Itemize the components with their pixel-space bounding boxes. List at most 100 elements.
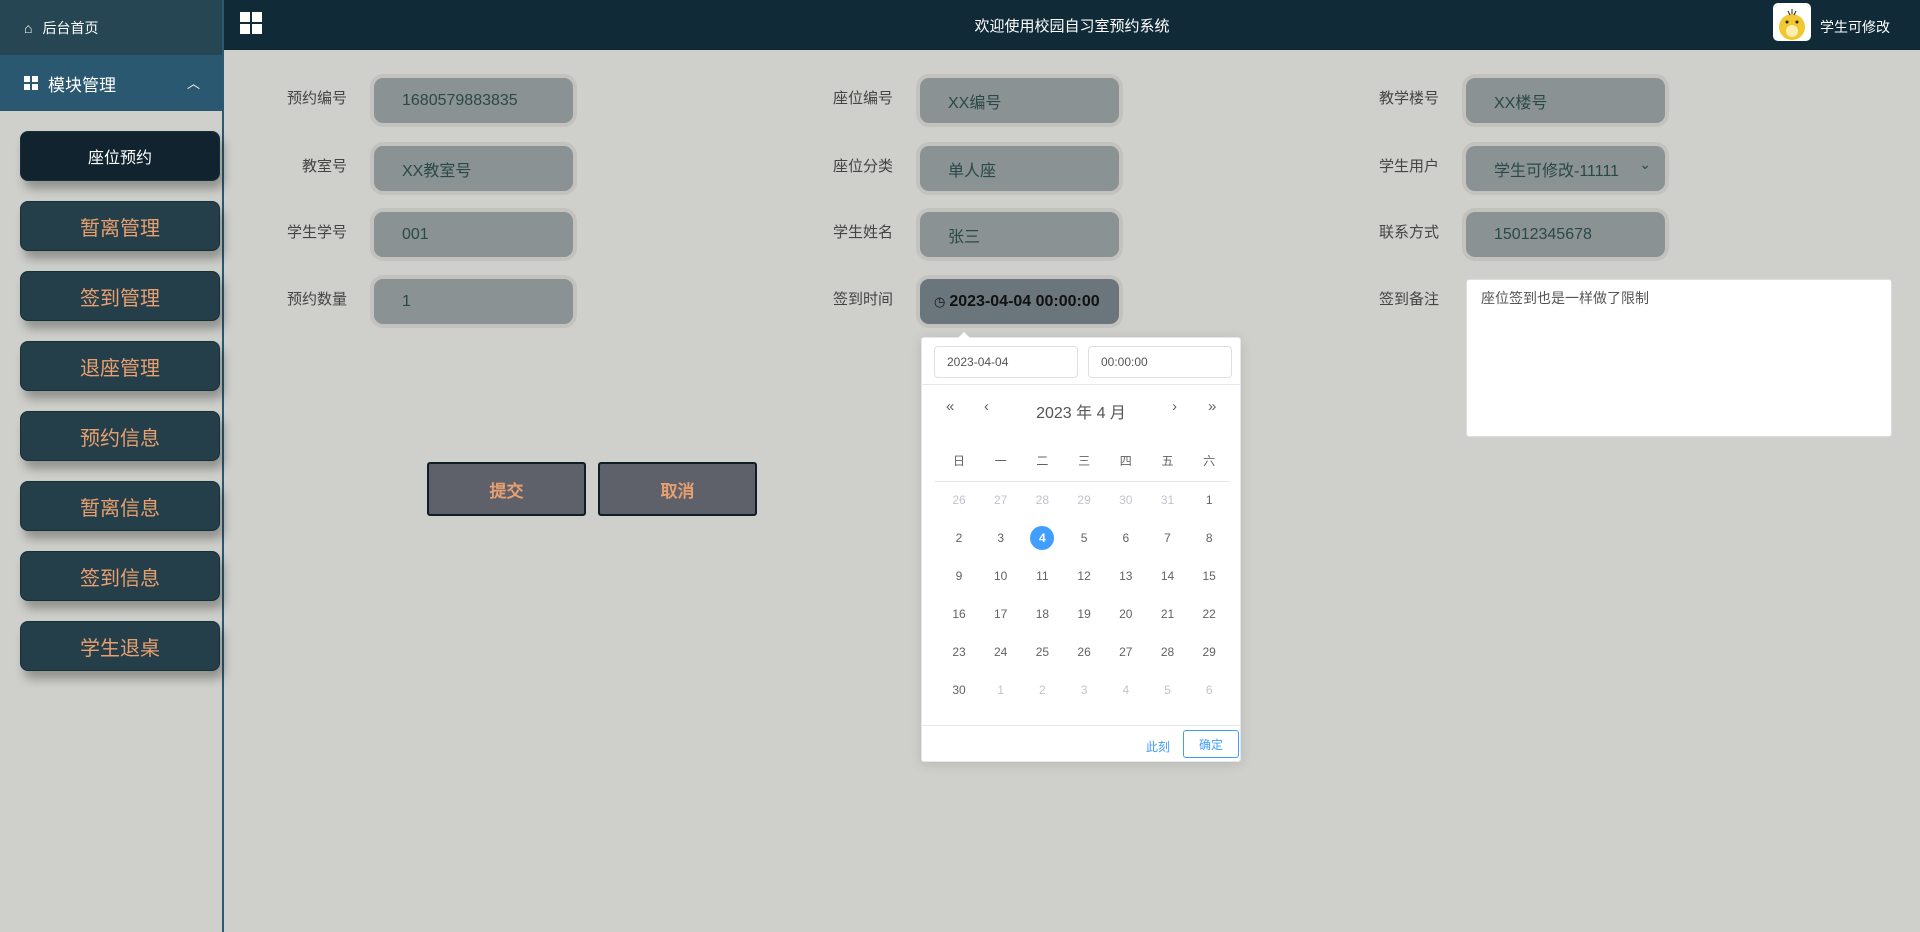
- checkin-time-input[interactable]: ◷ 2023-04-04 00:00:00: [920, 279, 1119, 324]
- datetime-picker: 2023-04-04 00:00:00 « ‹ 2023 年 4 月 › » 日…: [921, 332, 1241, 762]
- calendar-day[interactable]: 23: [944, 640, 974, 664]
- clock-icon: ◷: [934, 293, 946, 309]
- year-month-label[interactable]: 2023 年 4 月: [922, 399, 1240, 423]
- calendar-day[interactable]: 12: [1069, 564, 1099, 588]
- field-input[interactable]: 张三: [920, 212, 1119, 257]
- calendar-day[interactable]: 16: [944, 602, 974, 626]
- calendar-day[interactable]: 11: [1027, 564, 1057, 588]
- now-button[interactable]: 此刻: [1146, 738, 1170, 755]
- calendar-day[interactable]: 19: [1069, 602, 1099, 626]
- calendar-day[interactable]: 3: [986, 526, 1016, 550]
- calendar-day[interactable]: 8: [1194, 526, 1224, 550]
- sidebar-module-toggle[interactable]: 模块管理 ︿: [0, 55, 222, 111]
- calendar-day[interactable]: 1: [1194, 488, 1224, 512]
- field-input[interactable]: XX楼号: [1466, 78, 1665, 123]
- field-input[interactable]: 1: [374, 279, 573, 324]
- cancel-button[interactable]: 取消: [598, 462, 757, 516]
- calendar-day[interactable]: 9: [944, 564, 974, 588]
- field-input[interactable]: 1680579883835: [374, 78, 573, 123]
- sidebar-menu-item[interactable]: 预约信息: [20, 411, 220, 461]
- sidebar-menu-item[interactable]: 座位预约: [20, 131, 220, 181]
- field-value: 1680579883835: [402, 91, 518, 109]
- calendar-day[interactable]: 7: [1153, 526, 1183, 550]
- username[interactable]: 学生可修改: [1820, 17, 1890, 37]
- calendar-day[interactable]: 18: [1027, 602, 1057, 626]
- calendar-day[interactable]: 20: [1111, 602, 1141, 626]
- calendar-day-selected[interactable]: 4: [1030, 526, 1055, 550]
- calendar-day[interactable]: 6: [1194, 678, 1224, 702]
- field-value: 2023-04-04 00:00:00: [949, 292, 1100, 310]
- calendar-day[interactable]: 26: [1069, 640, 1099, 664]
- weekday-header: 六: [1203, 454, 1216, 468]
- student-user-select[interactable]: 学生可修改-11111 ⌄: [1466, 146, 1665, 191]
- calendar-day[interactable]: 10: [986, 564, 1016, 588]
- submit-button[interactable]: 提交: [427, 462, 586, 516]
- next-year-button[interactable]: »: [1208, 398, 1216, 415]
- field-value: 张三: [948, 228, 981, 246]
- next-month-button[interactable]: ›: [1172, 398, 1177, 415]
- sidebar-menu-item[interactable]: 签到管理: [20, 271, 220, 321]
- chevron-down-icon: ⌄: [1639, 156, 1651, 172]
- sidebar-menu-item[interactable]: 暂离管理: [20, 201, 220, 251]
- field-input[interactable]: 15012345678: [1466, 212, 1665, 257]
- calendar-day[interactable]: 13: [1111, 564, 1141, 588]
- calendar-day[interactable]: 29: [1069, 488, 1099, 512]
- field-value: 学生可修改-11111: [1494, 162, 1620, 180]
- field-label: 学生学号: [286, 224, 347, 241]
- calendar-day[interactable]: 14: [1153, 564, 1183, 588]
- weekday-header: 五: [1161, 454, 1174, 468]
- calendar-day[interactable]: 5: [1069, 526, 1099, 550]
- field-label: 签到时间: [832, 291, 893, 308]
- confirm-button[interactable]: 确定: [1183, 730, 1239, 758]
- calendar-day[interactable]: 31: [1153, 488, 1183, 512]
- calendar-day[interactable]: 3: [1069, 678, 1099, 702]
- field-value: 001: [402, 225, 429, 243]
- sidebar-menu-item[interactable]: 退座管理: [20, 341, 220, 391]
- calendar-day[interactable]: 28: [1153, 640, 1183, 664]
- calendar-day[interactable]: 26: [944, 488, 974, 512]
- sidebar-home[interactable]: ⌂ 后台首页: [0, 0, 222, 55]
- calendar-day[interactable]: 17: [986, 602, 1016, 626]
- calendar-day[interactable]: 4: [1111, 678, 1141, 702]
- calendar-day[interactable]: 25: [1027, 640, 1057, 664]
- weekday-header: 一: [994, 454, 1007, 468]
- avatar[interactable]: [1773, 3, 1811, 41]
- field-input[interactable]: XX编号: [920, 78, 1119, 123]
- calendar-day[interactable]: 6: [1111, 526, 1141, 550]
- weekday-header: 日: [952, 454, 965, 468]
- calendar-day[interactable]: 28: [1027, 488, 1057, 512]
- calendar-day[interactable]: 24: [986, 640, 1016, 664]
- chevron-up-icon: ︿: [186, 76, 200, 91]
- grid-icon: [24, 76, 38, 90]
- page-title: 欢迎使用校园自习室预约系统: [974, 18, 1170, 35]
- calendar-day[interactable]: 27: [1111, 640, 1141, 664]
- remark-textarea[interactable]: 座位签到也是一样做了限制: [1466, 279, 1892, 437]
- calendar-day[interactable]: 30: [944, 678, 974, 702]
- calendar-day[interactable]: 22: [1194, 602, 1224, 626]
- field-input[interactable]: 001: [374, 212, 573, 257]
- calendar-day[interactable]: 2: [1027, 678, 1057, 702]
- calendar-day[interactable]: 2: [944, 526, 974, 550]
- divider: [922, 725, 1240, 726]
- calendar-day[interactable]: 15: [1194, 564, 1224, 588]
- sidebar-menu-item[interactable]: 暂离信息: [20, 481, 220, 531]
- field-input[interactable]: XX教室号: [374, 146, 573, 191]
- sidebar-menu-item[interactable]: 签到信息: [20, 551, 220, 601]
- field-label: 签到备注: [1378, 291, 1439, 308]
- picker-time-input[interactable]: 00:00:00: [1088, 346, 1232, 378]
- divider: [922, 384, 1240, 385]
- weekday-header: 三: [1078, 454, 1091, 468]
- calendar-day[interactable]: 5: [1153, 678, 1183, 702]
- calendar-day[interactable]: 29: [1194, 640, 1224, 664]
- calendar-day[interactable]: 27: [986, 488, 1016, 512]
- module-label: 模块管理: [48, 75, 116, 95]
- field-value: XX楼号: [1494, 94, 1548, 112]
- field-input[interactable]: 单人座: [920, 146, 1119, 191]
- home-label: 后台首页: [42, 19, 99, 36]
- picker-date-input[interactable]: 2023-04-04: [934, 346, 1078, 378]
- field-value: XX编号: [948, 94, 1002, 112]
- calendar-day[interactable]: 21: [1153, 602, 1183, 626]
- sidebar-menu-item[interactable]: 学生退桌: [20, 621, 220, 671]
- calendar-day[interactable]: 1: [986, 678, 1016, 702]
- calendar-day[interactable]: 30: [1111, 488, 1141, 512]
